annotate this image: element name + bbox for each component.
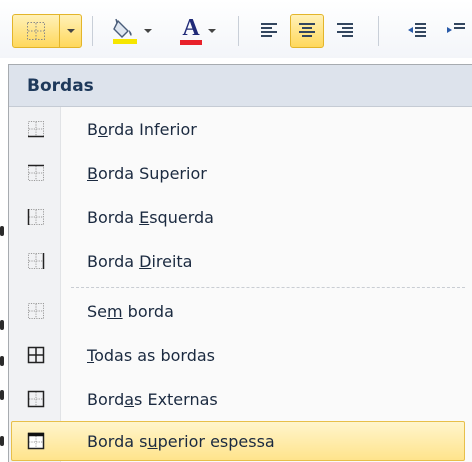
align-right-icon <box>337 23 353 37</box>
font-color-button[interactable]: A <box>170 14 226 48</box>
toolbar-separator <box>378 16 379 46</box>
menu-item-border-left[interactable]: Borda Esquerda <box>11 197 465 237</box>
menu-item-label: Borda Inferior <box>87 119 197 139</box>
toolbar-separator <box>92 16 93 46</box>
borders-split-button[interactable] <box>12 14 82 48</box>
chevron-down-icon <box>144 29 152 33</box>
align-left-icon <box>261 23 277 37</box>
thick-top-border-icon <box>27 432 45 450</box>
border-bottom-icon <box>28 121 44 138</box>
menu-item-label: Borda superior espessa <box>87 431 275 451</box>
menu-item-label: Sem borda <box>87 301 174 321</box>
align-center-button[interactable] <box>290 14 324 48</box>
increase-indent-icon <box>447 23 465 33</box>
menu-item-thick-top-border[interactable]: Borda superior espessa <box>11 421 465 461</box>
decrease-indent-button[interactable] <box>400 14 434 48</box>
outside-borders-icon <box>27 390 45 408</box>
excel-ribbon-screen: A Bordas Borda Inferior Borda Superior B… <box>0 0 472 462</box>
menu-item-label: Borda Esquerda <box>87 207 214 227</box>
menu-header: Bordas <box>9 65 472 107</box>
border-left-icon <box>27 209 44 225</box>
borders-button[interactable] <box>13 15 60 47</box>
decrease-indent-icon <box>408 23 426 37</box>
ribbon-toolbar: A <box>0 0 472 58</box>
menu-item-label: Bordas Externas <box>87 389 218 409</box>
toolbar-separator <box>238 16 239 46</box>
increase-indent-button[interactable] <box>440 14 472 48</box>
align-right-button[interactable] <box>328 14 362 48</box>
border-top-icon <box>28 164 44 181</box>
menu-separator <box>71 287 465 288</box>
font-color-icon: A <box>180 15 202 45</box>
worksheet-edge <box>0 58 8 462</box>
chevron-down-icon <box>208 29 216 33</box>
no-border-icon <box>28 303 44 319</box>
borders-icon <box>27 22 45 40</box>
paint-bucket-icon <box>113 18 137 44</box>
menu-item-all-borders[interactable]: Todas as bordas <box>11 335 465 375</box>
all-borders-icon <box>27 346 45 364</box>
align-center-icon <box>299 23 315 37</box>
border-right-icon <box>28 253 45 269</box>
borders-menu: Bordas Borda Inferior Borda Superior Bor… <box>8 64 472 462</box>
menu-item-border-top[interactable]: Borda Superior <box>11 153 465 193</box>
fill-color-button[interactable] <box>104 14 160 48</box>
menu-item-outside-borders[interactable]: Bordas Externas <box>11 379 465 419</box>
font-color-letter: A <box>182 15 200 41</box>
menu-item-no-border[interactable]: Sem borda <box>11 291 465 331</box>
chevron-down-icon <box>66 29 75 33</box>
menu-item-label: Todas as bordas <box>87 345 215 365</box>
menu-item-border-right[interactable]: Borda Direita <box>11 241 465 281</box>
menu-item-label: Borda Superior <box>87 163 207 183</box>
menu-item-label: Borda Direita <box>87 251 193 271</box>
align-left-button[interactable] <box>252 14 286 48</box>
borders-dropdown-arrow[interactable] <box>60 15 81 47</box>
menu-item-border-bottom[interactable]: Borda Inferior <box>11 109 465 149</box>
